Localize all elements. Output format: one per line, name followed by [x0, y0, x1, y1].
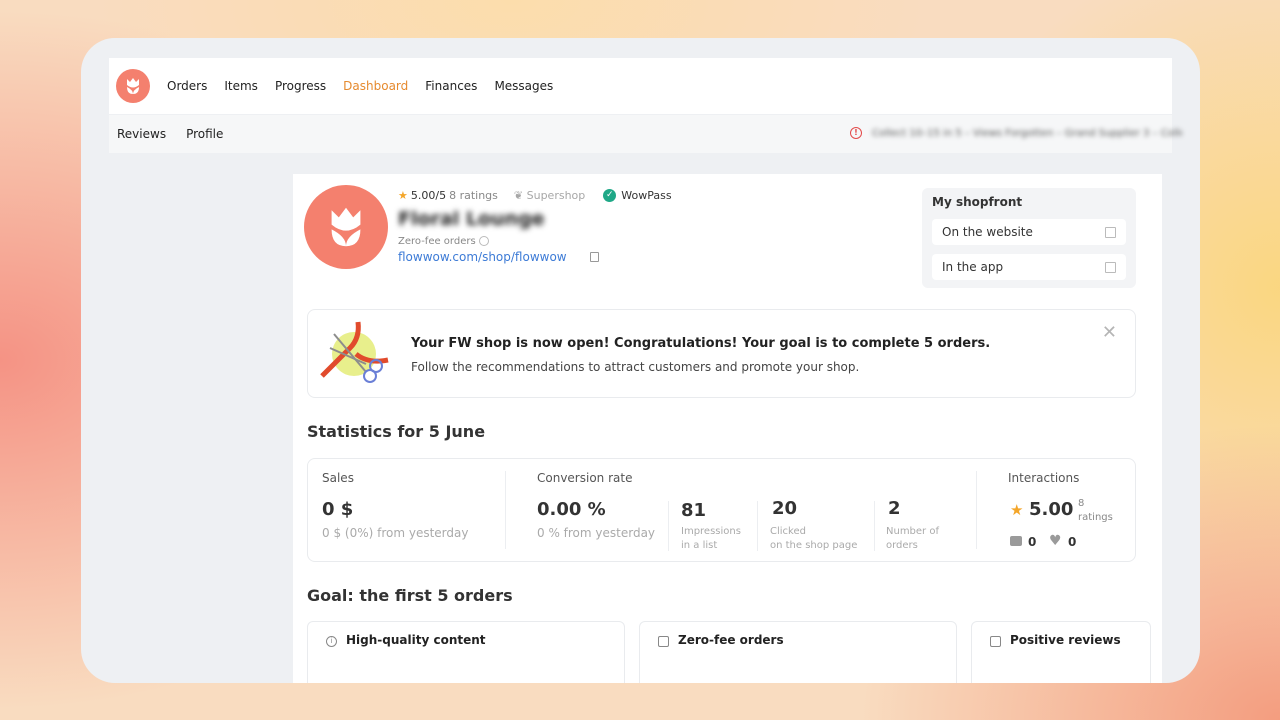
- goal-card-zero-fee[interactable]: Zero-fee orders: [639, 621, 957, 683]
- divider: [874, 501, 875, 551]
- nav-finances[interactable]: Finances: [425, 79, 477, 93]
- sales-label: Sales: [322, 471, 354, 485]
- calendar-icon: [658, 636, 669, 647]
- copy-icon[interactable]: [590, 252, 599, 262]
- clicked-label: Clicked on the shop page: [770, 526, 858, 551]
- nav-reviews[interactable]: Reviews: [117, 127, 166, 141]
- secondary-navigation: Reviews Profile ! Collect 10–15 in 5 – V…: [109, 115, 1182, 153]
- review-icon: [990, 636, 1001, 647]
- conversion-value: 0.00 %: [537, 499, 606, 520]
- congrats-banner: Your FW shop is now open! Congratulation…: [307, 309, 1136, 398]
- sales-value: 0 $: [322, 499, 354, 520]
- rating-value: 5.00/5: [410, 189, 447, 202]
- shop-name: Floral Lounge: [398, 208, 545, 230]
- heart-icon: ♥: [1049, 533, 1062, 549]
- notice-bar[interactable]: ! Collect 10–15 in 5 – Views Forgotten –…: [850, 127, 1182, 139]
- cart-count: 0: [1028, 535, 1037, 549]
- nav-dashboard[interactable]: Dashboard: [343, 79, 408, 93]
- star-icon: ★: [398, 189, 408, 202]
- banner-subtitle: Follow the recommendations to attract cu…: [411, 360, 860, 374]
- impressions-value: 81: [681, 500, 707, 521]
- info-circle-icon: i: [326, 636, 337, 647]
- statistics-title: Statistics for 5 June: [307, 422, 486, 441]
- rating-count[interactable]: 8 ratings: [449, 189, 498, 202]
- in-app-button[interactable]: In the app: [932, 254, 1126, 280]
- info-icon[interactable]: [478, 236, 489, 246]
- qr-code-icon: [1105, 261, 1116, 273]
- zero-fee-label: Zero-fee orders: [398, 236, 489, 247]
- wowpass-badge: WowPass: [621, 189, 672, 202]
- interactions-rating-count: 8 ratings: [1078, 498, 1113, 523]
- divider: [505, 471, 506, 549]
- likes-count: 0: [1068, 535, 1077, 549]
- conversion-change: 0 % from yesterday: [537, 526, 656, 540]
- goal-card-content[interactable]: i High-quality content: [307, 621, 625, 683]
- cart-icon: [1010, 536, 1022, 546]
- impressions-label: Impressions in a list: [681, 526, 741, 551]
- external-link-icon: [1105, 226, 1116, 238]
- nav-orders[interactable]: Orders: [167, 79, 207, 93]
- laurel-icon: ❦: [513, 189, 527, 202]
- nav-messages[interactable]: Messages: [494, 79, 553, 93]
- flowwow-logo[interactable]: [116, 69, 150, 103]
- tulip-icon: [127, 78, 139, 94]
- nav-profile[interactable]: Profile: [186, 127, 223, 141]
- nav-progress[interactable]: Progress: [275, 79, 326, 93]
- notice-text: Collect 10–15 in 5 – Views Forgotten – G…: [872, 127, 1182, 139]
- divider: [976, 471, 977, 549]
- orders-value: 2: [888, 498, 901, 519]
- divider: [757, 501, 758, 551]
- check-icon: ✓: [603, 189, 617, 202]
- divider: [668, 501, 669, 551]
- goal-title: Goal: the first 5 orders: [307, 586, 513, 605]
- sales-change: 0 $ (0%) from yesterday: [322, 526, 469, 540]
- sub-nav: Reviews Profile: [117, 127, 243, 141]
- statistics-card: Sales 0 $ 0 $ (0%) from yesterday Conver…: [307, 458, 1136, 562]
- shopfront-panel: My shopfront On the website In the app: [922, 188, 1136, 288]
- orders-label: Number of orders: [886, 526, 939, 551]
- goal-card-reviews[interactable]: Positive reviews: [971, 621, 1151, 683]
- on-website-button[interactable]: On the website: [932, 219, 1126, 245]
- main-nav: Orders Items Progress Dashboard Finances…: [167, 79, 570, 93]
- app-window: Orders Items Progress Dashboard Finances…: [81, 38, 1200, 683]
- close-icon[interactable]: ✕: [1102, 324, 1117, 342]
- tulip-icon: [331, 207, 361, 247]
- banner-title: Your FW shop is now open! Congratulation…: [411, 336, 991, 351]
- star-icon: ★: [1010, 501, 1024, 519]
- ribbon-scissors-illustration: [320, 321, 389, 383]
- nav-items[interactable]: Items: [224, 79, 258, 93]
- shop-meta: ★ 5.00/5 8 ratings ❦ Supershop ✓ WowPass: [398, 189, 672, 202]
- shop-avatar: [304, 185, 388, 269]
- alert-icon: !: [850, 127, 862, 139]
- top-navigation: Orders Items Progress Dashboard Finances…: [109, 58, 1172, 114]
- shop-link[interactable]: flowwow.com/shop/flowwow: [398, 250, 567, 264]
- interactions-label: Interactions: [1008, 471, 1080, 485]
- shopfront-title: My shopfront: [932, 195, 1023, 209]
- conversion-label: Conversion rate: [537, 471, 633, 485]
- clicked-value: 20: [772, 498, 798, 519]
- supershop-badge: ❦ Supershop: [513, 189, 586, 202]
- interactions-rating: 5.00: [1029, 499, 1074, 520]
- dashboard-content: ★ 5.00/5 8 ratings ❦ Supershop ✓ WowPass…: [293, 174, 1162, 683]
